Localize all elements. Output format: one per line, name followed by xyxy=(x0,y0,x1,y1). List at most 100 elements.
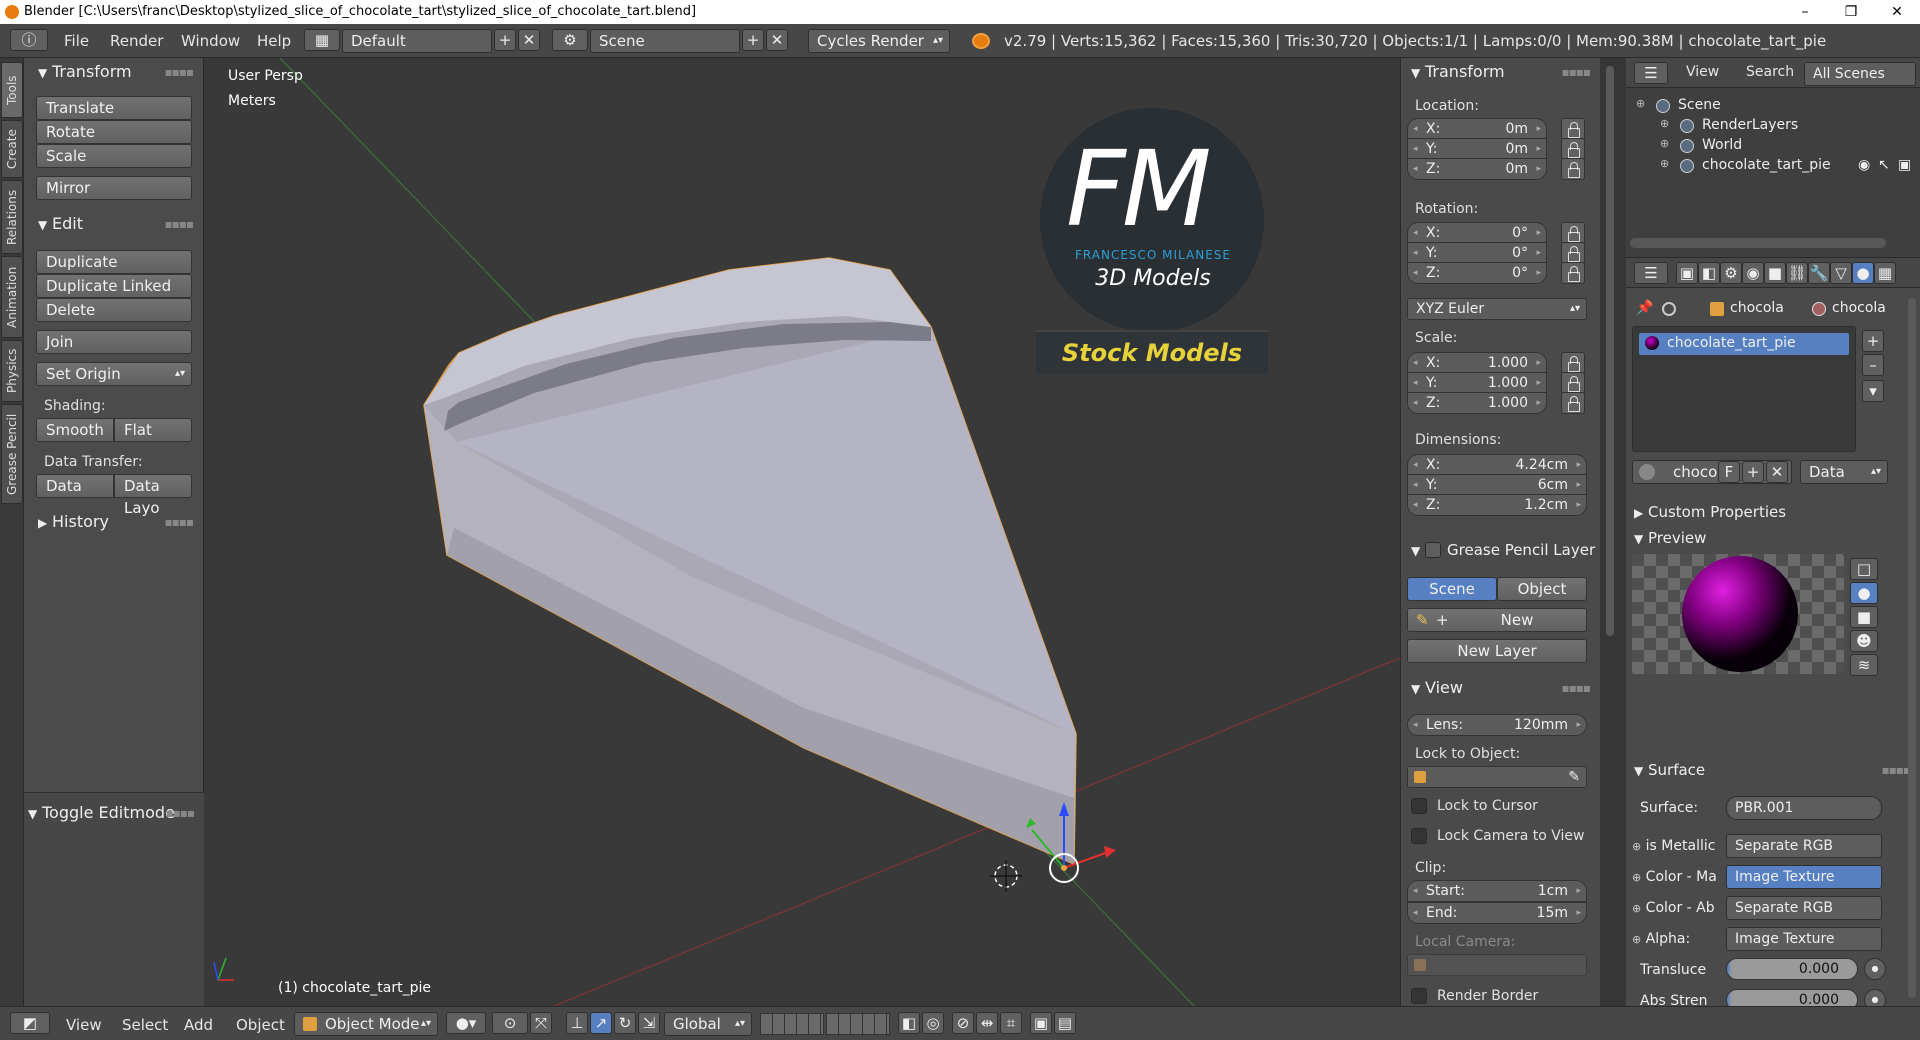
add-layout-button[interactable]: + xyxy=(494,29,516,51)
flat-button[interactable]: Flat xyxy=(114,418,192,442)
location-z-field[interactable]: ◂ Z: 0m ▸ xyxy=(1407,158,1547,180)
rotate-manipulator-icon[interactable]: ↻ xyxy=(614,1012,636,1034)
expand-toggle-icon[interactable]: ⊕ xyxy=(1660,137,1669,150)
render-opengl-icon[interactable]: ▣ xyxy=(1030,1012,1052,1034)
interaction-mode-select[interactable]: Object Mode ▴▾ xyxy=(294,1012,438,1036)
translate-button[interactable]: Translate xyxy=(36,96,192,120)
location-y-lock-icon[interactable] xyxy=(1561,138,1585,160)
join-button[interactable]: Join xyxy=(36,330,192,354)
lens-field[interactable]: ◂ Lens: 120mm ▸ xyxy=(1407,714,1587,736)
increment-arrow-icon[interactable]: ▸ xyxy=(1576,495,1581,515)
decrement-arrow-icon[interactable]: ◂ xyxy=(1413,495,1418,515)
menu-window[interactable]: Window xyxy=(181,32,240,50)
object-context-icon[interactable]: ■ xyxy=(1764,262,1786,284)
tab-relations[interactable]: Relations xyxy=(1,180,23,254)
decrement-arrow-icon[interactable]: ◂ xyxy=(1413,353,1418,373)
input-node-field[interactable]: Image Texture xyxy=(1726,865,1882,889)
expand-toggle-icon[interactable]: ⊕ xyxy=(1636,97,1645,110)
tab-grease-pencil[interactable]: Grease Pencil xyxy=(1,404,23,504)
modifiers-context-icon[interactable]: 🔧 xyxy=(1808,262,1830,284)
preview-cube-icon[interactable]: ■ xyxy=(1850,606,1878,628)
menu-help[interactable]: Help xyxy=(257,32,291,50)
outliner-item-scene[interactable]: ⊕ Scene xyxy=(1626,96,1920,116)
rotation-x-field[interactable]: ◂ X: 0° ▸ xyxy=(1407,222,1547,244)
mirror-button[interactable]: Mirror xyxy=(36,176,192,200)
scale-x-field[interactable]: ◂ X: 1.000 ▸ xyxy=(1407,352,1547,374)
transform-orientation-select[interactable]: Global ▴▾ xyxy=(664,1012,752,1036)
tab-physics[interactable]: Physics xyxy=(1,340,23,402)
scene-icon[interactable]: ⚙ xyxy=(552,29,588,51)
menu-object[interactable]: Object xyxy=(236,1016,285,1034)
increment-arrow-icon[interactable]: ▸ xyxy=(1536,373,1541,393)
constraints-context-icon[interactable]: ⛓ xyxy=(1786,262,1808,284)
properties-editor-icon[interactable]: ☰ xyxy=(1634,262,1668,284)
world-context-icon[interactable]: ◉ xyxy=(1742,262,1764,284)
n-transform-header[interactable]: ▼ Transform ▪▪▪▪ xyxy=(1401,58,1600,86)
grease-object-tab[interactable]: Object xyxy=(1497,577,1587,601)
material-slot-item[interactable]: chocolate_tart_pie xyxy=(1639,333,1849,355)
increment-arrow-icon[interactable]: ▸ xyxy=(1576,455,1581,475)
eye-icon[interactable]: ◉ xyxy=(1858,157,1870,173)
screen-layout-icon[interactable]: ▦ xyxy=(304,29,340,51)
view-panel-header[interactable]: ▼ View ▪▪▪▪ xyxy=(1401,674,1600,702)
fake-user-button[interactable]: F xyxy=(1718,461,1740,483)
input-node-field[interactable]: Separate RGB xyxy=(1726,896,1882,920)
slot-specials-icon[interactable]: ▾ xyxy=(1862,380,1884,402)
drag-grip-icon[interactable]: ▪▪▪▪ xyxy=(1561,58,1591,86)
rotation-y-field[interactable]: ◂ Y: 0° ▸ xyxy=(1407,242,1547,264)
delete-button[interactable]: Delete xyxy=(36,298,192,322)
drag-grip-icon[interactable]: ▪▪▪▪ xyxy=(164,508,194,536)
manipulator-toggle-icon[interactable]: ⤧ xyxy=(530,1012,552,1034)
gizmo-x-arrow[interactable] xyxy=(1104,846,1116,858)
input-node-field[interactable]: Separate RGB xyxy=(1726,834,1882,858)
outliner-view-menu[interactable]: View xyxy=(1686,64,1719,80)
maximize-button[interactable]: ❐ xyxy=(1828,0,1874,24)
render-engine-select[interactable]: Cycles Render ▴▾ xyxy=(808,29,950,53)
snap-element-icon[interactable]: ⇹ xyxy=(976,1012,998,1034)
minimize-button[interactable]: – xyxy=(1782,0,1828,24)
rotation-x-lock-icon[interactable] xyxy=(1561,222,1585,244)
socket-link-icon[interactable]: ● xyxy=(1864,958,1886,980)
scale-manipulator-icon[interactable]: ⇲ xyxy=(638,1012,660,1034)
tab-animation[interactable]: Animation xyxy=(1,256,23,338)
outliner-item-chocolate-tart-pie[interactable]: ⊕ chocolate_tart_pie ◉ ↖ ▣ xyxy=(1626,156,1920,176)
new-material-button[interactable]: + xyxy=(1742,461,1764,483)
new-layer-button[interactable]: New Layer xyxy=(1407,639,1587,663)
scale-y-lock-icon[interactable] xyxy=(1561,372,1585,394)
clip-start-field[interactable]: ◂ Start: 1cm ▸ xyxy=(1407,880,1587,902)
decrement-arrow-icon[interactable]: ◂ xyxy=(1413,139,1418,159)
duplicate-linked-button[interactable]: Duplicate Linked xyxy=(36,274,192,298)
outliner-scrollbar[interactable] xyxy=(1630,238,1886,248)
add-scene-button[interactable]: + xyxy=(742,29,764,51)
material-browse-icon[interactable] xyxy=(1639,464,1655,480)
expand-input-icon[interactable]: ⊕ xyxy=(1632,840,1641,853)
remove-scene-button[interactable]: ✕ xyxy=(766,29,788,51)
smooth-button[interactable]: Smooth xyxy=(36,418,114,442)
layer-buttons-group-1[interactable] xyxy=(760,1013,824,1035)
increment-arrow-icon[interactable]: ▸ xyxy=(1536,263,1541,283)
expand-toggle-icon[interactable]: ⊕ xyxy=(1660,157,1669,170)
screen-layout-field[interactable]: Default xyxy=(342,29,492,53)
rotation-z-lock-icon[interactable] xyxy=(1561,262,1585,284)
render-border-checkbox[interactable] xyxy=(1411,988,1427,1004)
lock-object-field[interactable]: ✎ xyxy=(1407,766,1587,788)
decrement-arrow-icon[interactable]: ◂ xyxy=(1413,243,1418,263)
material-slots-list[interactable]: chocolate_tart_pie xyxy=(1632,326,1856,452)
translate-manipulator-icon[interactable]: ⊥ xyxy=(566,1012,588,1034)
outliner-editor-icon[interactable]: ☰ xyxy=(1634,62,1668,84)
increment-arrow-icon[interactable]: ▸ xyxy=(1536,223,1541,243)
increment-arrow-icon[interactable]: ▸ xyxy=(1536,353,1541,373)
editor-type-3d-icon[interactable]: ◩ xyxy=(10,1012,50,1034)
unlink-material-button[interactable]: ✕ xyxy=(1766,461,1788,483)
render-context-icon[interactable]: ▣ xyxy=(1676,262,1698,284)
drag-grip-icon[interactable]: ▪▪▪▪ xyxy=(164,210,194,238)
viewport-shading-icon[interactable]: ●▾ xyxy=(446,1012,486,1034)
tab-create[interactable]: Create xyxy=(1,120,23,178)
pivot-point-icon[interactable]: ⊙ xyxy=(492,1012,528,1034)
drag-grip-icon[interactable]: ▪▪▪▪ xyxy=(1881,756,1911,784)
grease-pencil-header[interactable]: ▼ Grease Pencil Layer xyxy=(1401,536,1600,564)
decrement-arrow-icon[interactable]: ◂ xyxy=(1413,159,1418,179)
set-origin-select[interactable]: Set Origin ▴▾ xyxy=(36,362,192,386)
data-transfer-data-button[interactable]: Data xyxy=(36,474,114,498)
decrement-arrow-icon[interactable]: ◂ xyxy=(1413,119,1418,139)
